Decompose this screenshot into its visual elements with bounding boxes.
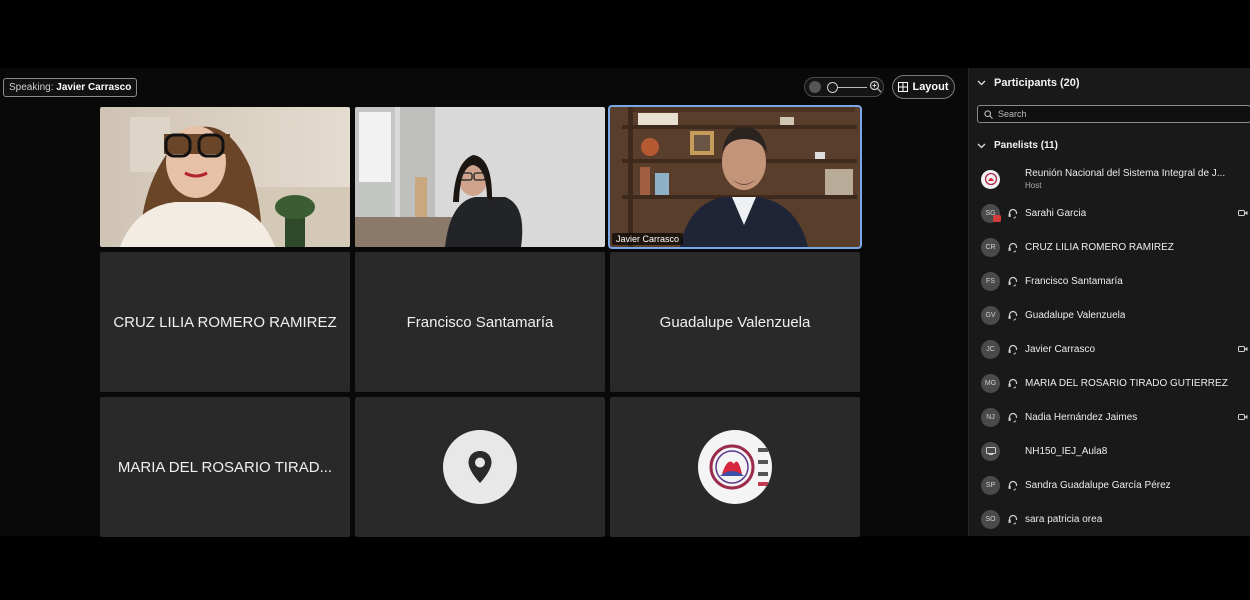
participant-tile-guadalupe[interactable]: Guadalupe Valenzuela [610, 252, 860, 392]
layout-label: Layout [912, 81, 949, 93]
headset-icon [1008, 412, 1018, 423]
participant-tile-cruz[interactable]: CRUZ LILIA ROMERO RAMIREZ [100, 252, 350, 392]
participant-name: Francisco Santamaría [1025, 275, 1123, 287]
layout-button[interactable]: Layout [892, 75, 955, 99]
search-icon [984, 109, 993, 119]
participants-header[interactable]: Participants (20) [977, 77, 1080, 89]
avatar: MG [981, 373, 1000, 393]
participant-name: Guadalupe Valenzuela [1025, 309, 1126, 321]
avatar: GV [981, 305, 1000, 325]
camera-icon[interactable] [1238, 412, 1248, 422]
video-feed [610, 107, 860, 247]
avatar: FS [981, 271, 1000, 291]
participant-row[interactable]: FS Francisco Santamaría [969, 264, 1250, 298]
layout-grid-icon [898, 82, 909, 92]
participant-tile-name: Francisco Santamaría [406, 313, 554, 331]
speaking-label: Speaking: [9, 82, 54, 93]
participant-name: Sarahi Garcia [1025, 207, 1087, 219]
avatar: JC [981, 339, 1000, 359]
avatar: CR [981, 237, 1000, 257]
panelists-header[interactable]: Panelists (11) [977, 140, 1058, 151]
video-feed [355, 107, 605, 247]
headset-icon [1008, 242, 1018, 253]
headset-icon [1008, 480, 1018, 491]
participant-row[interactable]: NH150_IEJ_Aula8 [969, 434, 1250, 468]
participant-row[interactable]: CR CRUZ LILIA ROMERO RAMIREZ [969, 230, 1250, 264]
participant-row[interactable]: NJ Nadia Hernández Jaimes [969, 400, 1250, 434]
panelists-title: Panelists (11) [994, 140, 1058, 151]
host-avatar [981, 169, 1000, 189]
participant-name: Sandra Guadalupe García Pérez [1025, 479, 1171, 491]
participant-tile-francisco[interactable]: Francisco Santamaría [355, 252, 605, 392]
host-logo-avatar [698, 430, 772, 504]
participant-tile-host-logo[interactable] [610, 397, 860, 537]
speaking-indicator: Speaking: Javier Carrasco [3, 78, 138, 97]
video-tile-woman-office[interactable] [355, 107, 605, 247]
zoom-in-icon[interactable] [869, 80, 882, 93]
participant-name: NH150_IEJ_Aula8 [1025, 445, 1108, 457]
location-avatar [443, 430, 517, 504]
chevron-down-icon [977, 80, 986, 86]
event-logo-icon [984, 172, 997, 186]
headset-icon [1008, 310, 1018, 321]
headset-icon [1008, 378, 1018, 389]
location-pin-icon [468, 451, 492, 483]
avatar [981, 441, 1000, 461]
camera-icon[interactable] [1238, 344, 1248, 354]
participant-name: Javier Carrasco [1025, 343, 1096, 355]
participant-name: MARIA DEL ROSARIO TIRADO GUTIERREZ [1025, 377, 1228, 389]
camera-icon[interactable] [1238, 208, 1248, 218]
participant-tile-location[interactable] [355, 397, 605, 537]
chevron-down-icon [977, 143, 986, 148]
participant-tile-maria[interactable]: MARIA DEL ROSARIO TIRAD... [100, 397, 350, 537]
participant-row[interactable]: GV Guadalupe Valenzuela [969, 298, 1250, 332]
participants-panel: Participants (20) Panelists (11) Reunión… [968, 68, 1250, 536]
participant-row[interactable]: JC Javier Carrasco [969, 332, 1250, 366]
avatar: SP [981, 475, 1000, 495]
zoom-out-icon[interactable] [809, 81, 821, 93]
search-input[interactable] [998, 109, 1238, 119]
headset-icon [1008, 344, 1018, 355]
participant-row[interactable]: SP Sandra Guadalupe García Pérez [969, 468, 1250, 502]
participant-name: sara patricia orea [1025, 513, 1103, 525]
video-status-icon [993, 215, 1001, 222]
participant-row[interactable]: Reunión Nacional del Sistema Integral de… [969, 162, 1250, 196]
participant-name: CRUZ LILIA ROMERO RAMIREZ [1025, 241, 1174, 253]
video-tile-woman-glasses[interactable] [100, 107, 350, 247]
participant-search[interactable] [977, 105, 1250, 123]
participant-row[interactable]: SO sara patricia orea [969, 502, 1250, 536]
participant-tile-name: MARIA DEL ROSARIO TIRAD... [117, 458, 333, 476]
zoom-knob[interactable] [827, 82, 838, 93]
event-logo-icon [709, 444, 768, 490]
participant-name: Nadia Hernández Jaimes [1025, 411, 1138, 423]
avatar: SO [981, 509, 1000, 529]
participants-title: Participants (20) [994, 77, 1080, 89]
avatar: NJ [981, 407, 1000, 427]
video-feed [100, 107, 350, 247]
participant-row[interactable]: MG MARIA DEL ROSARIO TIRADO GUTIERREZ [969, 366, 1250, 400]
device-icon [985, 447, 996, 455]
participant-row[interactable]: SG Sarahi Garcia [969, 196, 1250, 230]
participant-tile-name: Guadalupe Valenzuela [659, 313, 811, 331]
video-tile-javier-carrasco[interactable]: Javier Carrasco [608, 105, 862, 249]
participant-role: Host [1025, 181, 1042, 190]
participant-tile-name: CRUZ LILIA ROMERO RAMIREZ [113, 313, 337, 331]
headset-icon [1008, 514, 1018, 525]
video-name-tag: Javier Carrasco [612, 233, 684, 245]
participant-name: Reunión Nacional del Sistema Integral de… [1025, 168, 1226, 179]
headset-icon [1008, 208, 1018, 219]
speaking-name: Javier Carrasco [56, 82, 132, 93]
zoom-slider[interactable] [804, 77, 884, 97]
headset-icon [1008, 276, 1018, 287]
panelist-list: Reunión Nacional del Sistema Integral de… [969, 162, 1250, 536]
